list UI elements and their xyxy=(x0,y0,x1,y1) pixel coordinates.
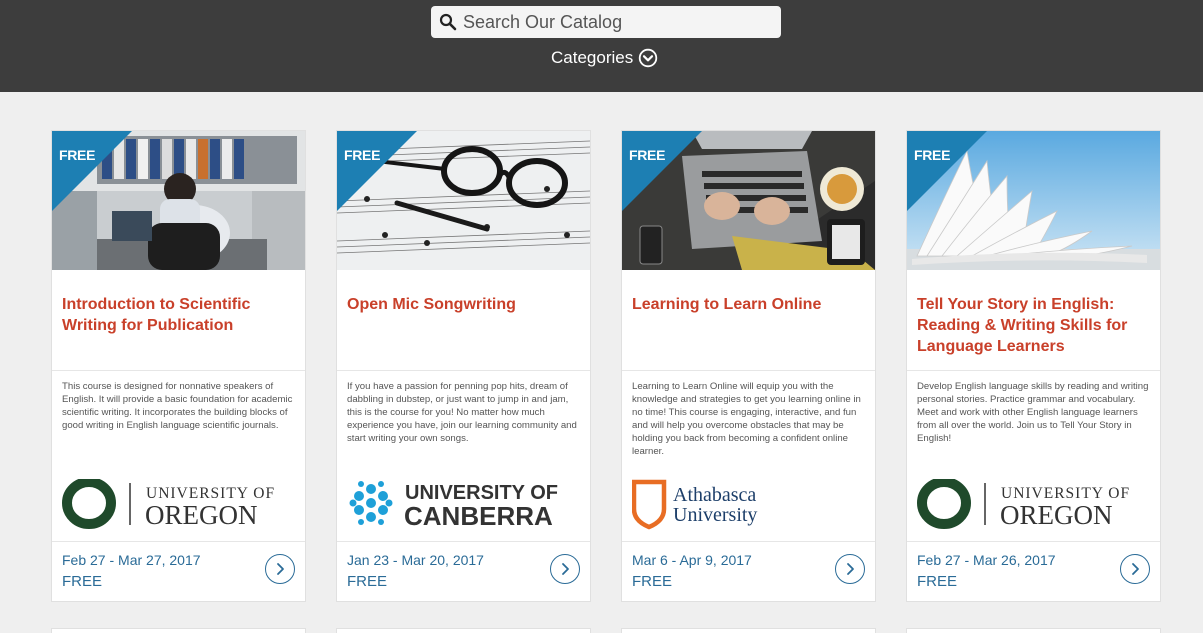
course-title[interactable]: Tell Your Story in English: Reading & Wr… xyxy=(907,270,1160,371)
course-card[interactable]: FREE Tell Your Story in English: Reading… xyxy=(906,130,1161,602)
university-logo: UNIVERSITY OF OREGON xyxy=(907,479,1160,541)
course-image: FREE xyxy=(622,131,875,270)
chevron-right-icon xyxy=(562,563,569,575)
course-price: FREE xyxy=(917,573,958,590)
chevron-right-icon xyxy=(277,563,284,575)
oregon-logo: UNIVERSITY OF OREGON xyxy=(62,479,274,530)
course-card-next-row xyxy=(621,628,876,633)
university-logo: UNIVERSITY OF OREGON xyxy=(52,479,305,541)
course-title[interactable]: Learning to Learn Online xyxy=(622,270,875,371)
course-card-next-row xyxy=(51,628,306,633)
card-footer: Feb 27 - Mar 27, 2017 FREE xyxy=(52,541,305,601)
chevron-right-icon xyxy=(1132,563,1139,575)
ribbon-label: FREE xyxy=(914,147,951,163)
card-footer: Mar 6 - Apr 9, 2017 FREE xyxy=(622,541,875,601)
view-course-button[interactable] xyxy=(550,554,580,584)
free-ribbon xyxy=(52,131,132,211)
logo-line2: CANBERRA xyxy=(404,501,553,531)
search-icon xyxy=(439,13,457,31)
course-description: Develop English language skills by readi… xyxy=(917,381,1149,444)
ribbon-label: FREE xyxy=(59,147,96,163)
course-card[interactable]: FREE Learning to Learn Online Learning t… xyxy=(621,130,876,602)
course-price: FREE xyxy=(347,573,388,590)
chevron-down-icon xyxy=(639,48,658,68)
course-card-next-row xyxy=(336,628,591,633)
course-price: FREE xyxy=(632,573,673,590)
course-dates: Jan 23 - Mar 20, 2017 xyxy=(347,552,484,568)
categories-label: Categories xyxy=(551,48,634,67)
course-image: FREE xyxy=(907,131,1160,270)
course-card-next-row xyxy=(906,628,1161,633)
view-course-button[interactable] xyxy=(265,554,295,584)
free-ribbon xyxy=(337,131,417,211)
course-image: FREE xyxy=(337,131,590,270)
course-card[interactable]: FREE Introduction to Scientific Writing … xyxy=(51,130,306,602)
course-description: This course is designed for nonnative sp… xyxy=(62,381,293,431)
view-course-button[interactable] xyxy=(1120,554,1150,584)
course-description: Learning to Learn Online will equip you … xyxy=(632,381,861,457)
logo-line2: OREGON xyxy=(145,500,258,530)
canberra-logo: UNIVERSITY OF CANBERRA xyxy=(349,481,558,531)
course-dates: Mar 6 - Apr 9, 2017 xyxy=(632,552,752,568)
card-footer: Feb 27 - Mar 26, 2017 FREE xyxy=(907,541,1160,601)
ribbon-label: FREE xyxy=(629,147,666,163)
free-ribbon xyxy=(622,131,702,211)
search-box[interactable] xyxy=(431,6,781,38)
header-bar: Categories xyxy=(0,0,1203,92)
logo-line2: OREGON xyxy=(1000,500,1113,530)
university-logo: UNIVERSITY OF CANBERRA xyxy=(337,479,590,541)
logo-line1: Athabasca xyxy=(673,484,756,506)
course-dates: Feb 27 - Mar 27, 2017 xyxy=(62,552,201,568)
logo-line2: University xyxy=(673,504,757,526)
course-price: FREE xyxy=(62,573,103,590)
course-description: If you have a passion for penning pop hi… xyxy=(347,381,577,444)
course-image: FREE xyxy=(52,131,305,270)
free-ribbon xyxy=(907,131,987,211)
course-title[interactable]: Introduction to Scientific Writing for P… xyxy=(52,270,305,371)
course-card[interactable]: FREE Open Mic Songwriting If you have a … xyxy=(336,130,591,602)
ribbon-label: FREE xyxy=(344,147,381,163)
oregon-logo: UNIVERSITY OF OREGON xyxy=(917,479,1129,530)
course-dates: Feb 27 - Mar 26, 2017 xyxy=(917,552,1056,568)
categories-dropdown[interactable]: Categories xyxy=(551,48,658,68)
university-logo: Athabasca University xyxy=(622,479,875,541)
chevron-right-icon xyxy=(847,563,854,575)
athabasca-logo: Athabasca University xyxy=(632,479,757,530)
search-input[interactable] xyxy=(463,11,763,33)
course-title[interactable]: Open Mic Songwriting xyxy=(337,270,590,371)
view-course-button[interactable] xyxy=(835,554,865,584)
card-footer: Jan 23 - Mar 20, 2017 FREE xyxy=(337,541,590,601)
